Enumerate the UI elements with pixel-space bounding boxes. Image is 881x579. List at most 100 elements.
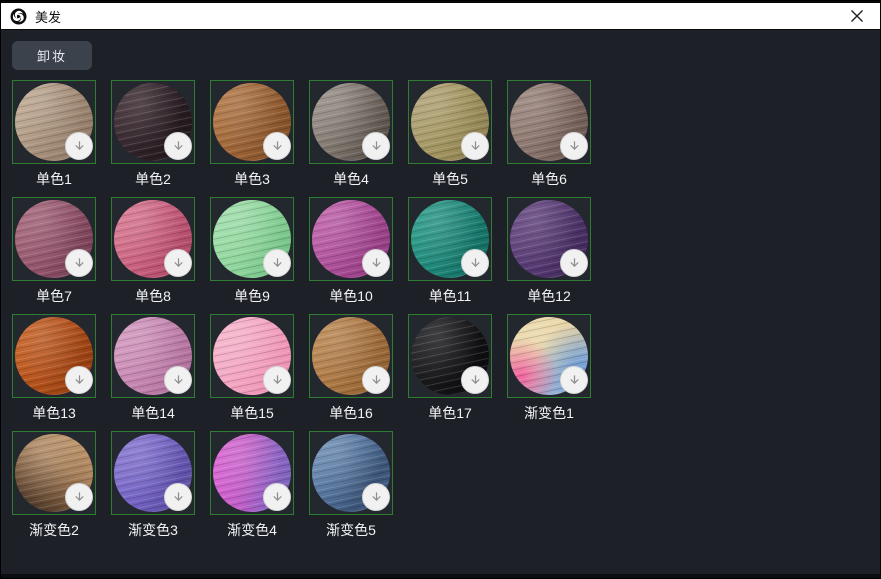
download-button[interactable] — [362, 483, 390, 511]
download-button[interactable] — [263, 483, 291, 511]
download-button[interactable] — [65, 366, 93, 394]
swatch-label: 单色15 — [210, 405, 294, 422]
swatch-label: 单色10 — [309, 288, 393, 305]
obs-logo-icon — [10, 8, 27, 25]
download-button[interactable] — [461, 132, 489, 160]
swatch-label: 单色4 — [309, 171, 393, 188]
swatch-cell: 单色5 — [408, 80, 492, 197]
hair-color-tile[interactable] — [210, 314, 294, 398]
download-arrow-icon — [369, 256, 384, 271]
download-button[interactable] — [164, 366, 192, 394]
download-arrow-icon — [72, 373, 87, 388]
swatch-cell: 单色6 — [507, 80, 591, 197]
download-arrow-icon — [270, 139, 285, 154]
download-button[interactable] — [560, 132, 588, 160]
download-button[interactable] — [65, 132, 93, 160]
hair-color-tile[interactable] — [12, 314, 96, 398]
dialog-content: 卸妆 单色1 单色2 — [0, 30, 881, 548]
swatch-cell: 渐变色2 — [12, 431, 96, 548]
download-button[interactable] — [263, 132, 291, 160]
swatch-label: 单色3 — [210, 171, 294, 188]
hair-color-tile[interactable] — [309, 197, 393, 281]
download-button[interactable] — [65, 249, 93, 277]
hair-color-tile[interactable] — [507, 80, 591, 164]
hair-color-tile[interactable] — [210, 431, 294, 515]
hair-color-tile[interactable] — [309, 80, 393, 164]
hair-color-tile[interactable] — [111, 431, 195, 515]
hair-color-tile[interactable] — [111, 314, 195, 398]
download-arrow-icon — [369, 139, 384, 154]
swatch-cell: 渐变色1 — [507, 314, 591, 431]
download-button[interactable] — [560, 249, 588, 277]
swatch-cell: 渐变色3 — [111, 431, 195, 548]
download-arrow-icon — [270, 490, 285, 505]
download-arrow-icon — [270, 373, 285, 388]
swatch-label: 单色1 — [12, 171, 96, 188]
swatch-cell: 渐变色5 — [309, 431, 393, 548]
hair-color-tile[interactable] — [210, 197, 294, 281]
download-button[interactable] — [362, 366, 390, 394]
swatch-cell: 单色10 — [309, 197, 393, 314]
download-button[interactable] — [65, 483, 93, 511]
swatch-cell: 单色17 — [408, 314, 492, 431]
hair-color-tile[interactable] — [111, 197, 195, 281]
swatch-label: 单色13 — [12, 405, 96, 422]
swatch-label: 渐变色4 — [210, 522, 294, 539]
swatch-cell: 渐变色4 — [210, 431, 294, 548]
hair-color-tile[interactable] — [12, 80, 96, 164]
swatch-label: 单色14 — [111, 405, 195, 422]
download-button[interactable] — [164, 249, 192, 277]
swatch-label: 单色6 — [507, 171, 591, 188]
hair-color-tile[interactable] — [408, 197, 492, 281]
download-button[interactable] — [461, 366, 489, 394]
download-button[interactable] — [362, 249, 390, 277]
hair-color-tile[interactable] — [507, 314, 591, 398]
hair-color-tile[interactable] — [111, 80, 195, 164]
swatch-label: 单色8 — [111, 288, 195, 305]
swatch-cell: 单色8 — [111, 197, 195, 314]
bottom-edge-strip — [0, 574, 881, 579]
swatch-cell: 单色16 — [309, 314, 393, 431]
swatch-cell: 单色3 — [210, 80, 294, 197]
download-arrow-icon — [369, 490, 384, 505]
swatch-cell: 单色14 — [111, 314, 195, 431]
download-arrow-icon — [567, 373, 582, 388]
download-button[interactable] — [263, 366, 291, 394]
swatch-label: 单色11 — [408, 288, 492, 305]
download-arrow-icon — [567, 256, 582, 271]
hair-color-tile[interactable] — [408, 80, 492, 164]
swatch-label: 单色9 — [210, 288, 294, 305]
window-title: 美发 — [35, 7, 61, 26]
download-button[interactable] — [164, 483, 192, 511]
swatch-cell: 单色9 — [210, 197, 294, 314]
swatch-label: 单色2 — [111, 171, 195, 188]
swatch-label: 单色7 — [12, 288, 96, 305]
swatch-cell: 单色11 — [408, 197, 492, 314]
download-button[interactable] — [560, 366, 588, 394]
close-button[interactable] — [843, 4, 871, 28]
download-button[interactable] — [263, 249, 291, 277]
swatch-cell: 单色7 — [12, 197, 96, 314]
download-arrow-icon — [171, 490, 186, 505]
download-arrow-icon — [567, 139, 582, 154]
swatch-label: 单色5 — [408, 171, 492, 188]
hair-color-tile[interactable] — [210, 80, 294, 164]
swatch-label: 渐变色3 — [111, 522, 195, 539]
swatch-cell: 单色13 — [12, 314, 96, 431]
remove-makeup-button[interactable]: 卸妆 — [12, 41, 92, 70]
swatch-grid: 单色1 单色2 单色3 — [12, 80, 591, 548]
download-arrow-icon — [72, 139, 87, 154]
swatch-cell: 单色2 — [111, 80, 195, 197]
download-arrow-icon — [270, 256, 285, 271]
hair-color-tile[interactable] — [12, 197, 96, 281]
hair-color-tile[interactable] — [12, 431, 96, 515]
hair-color-tile[interactable] — [507, 197, 591, 281]
hair-color-tile[interactable] — [309, 431, 393, 515]
swatch-cell: 单色1 — [12, 80, 96, 197]
hair-color-tile[interactable] — [309, 314, 393, 398]
download-button[interactable] — [461, 249, 489, 277]
hair-color-tile[interactable] — [408, 314, 492, 398]
download-arrow-icon — [468, 256, 483, 271]
download-button[interactable] — [164, 132, 192, 160]
download-button[interactable] — [362, 132, 390, 160]
